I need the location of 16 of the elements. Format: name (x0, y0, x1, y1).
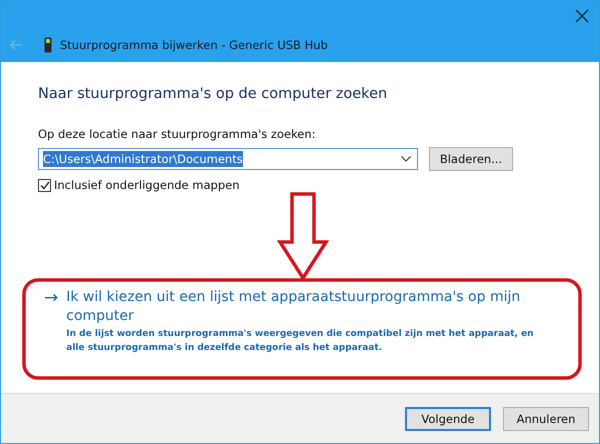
next-button[interactable]: Volgende (405, 406, 491, 430)
arrow-icon[interactable]: → (44, 288, 58, 355)
usb-device-icon (44, 37, 52, 53)
path-combo-box[interactable]: C:\Users\Administrator\Documents (38, 148, 418, 170)
close-icon[interactable] (575, 9, 589, 23)
checkbox-label: Inclusief onderliggende mappen (54, 178, 240, 192)
cancel-button[interactable]: Annuleren (503, 406, 589, 430)
checkmark-icon (40, 180, 50, 190)
checkbox[interactable] (38, 178, 51, 192)
browse-button[interactable]: Bladeren... (429, 147, 513, 171)
option-link[interactable]: Ik wil kiezen uit een lijst met apparaatstuurprogramma's op mijn computer (66, 288, 546, 326)
page-heading: Naar stuurprogramma's op de computer zoeken (38, 86, 388, 102)
window-title: Stuurprogramma bijwerken - Generic USB Hub (60, 38, 328, 52)
field-label: Op deze locatie naar stuurprogramma's zoeken: (38, 127, 317, 141)
option-description: In de lijst worden stuurprogramma's weergegeven die compatibel zijn met het apparaat, en alle stuurprogramma's in dezelfde categorie als het apparaat. (66, 328, 535, 355)
chevron-down-icon[interactable] (401, 156, 411, 162)
